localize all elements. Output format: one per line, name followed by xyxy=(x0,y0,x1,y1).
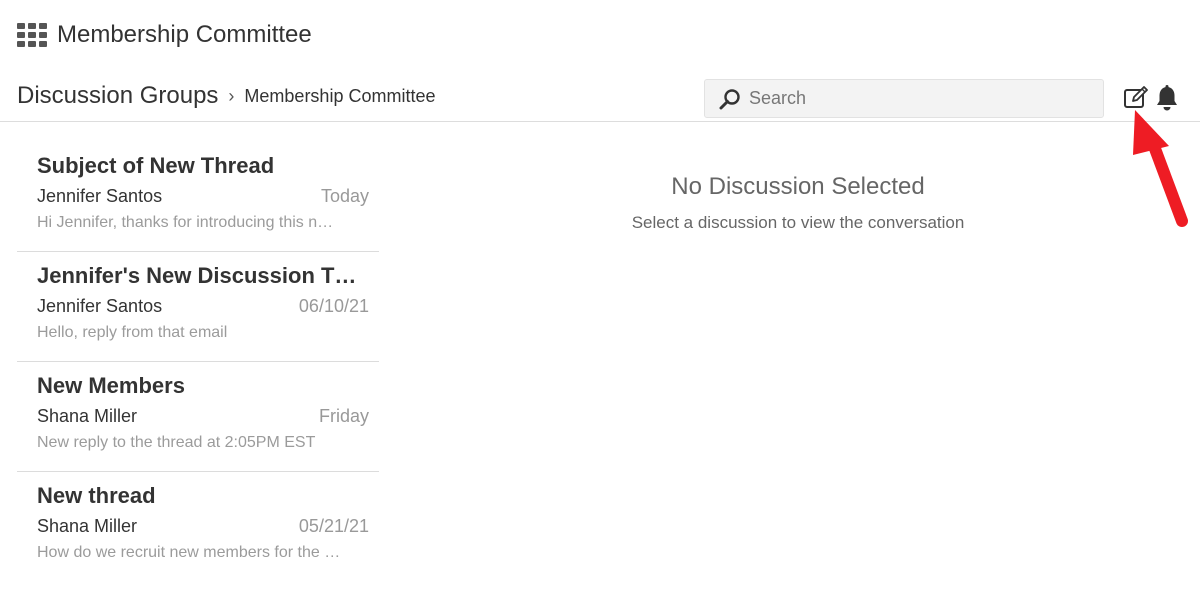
app-header: Membership Committee xyxy=(17,18,312,52)
thread-item[interactable]: Subject of New Thread Jennifer Santos To… xyxy=(17,142,379,252)
breadcrumb-root-link[interactable]: Discussion Groups xyxy=(17,82,218,110)
thread-subject: Jennifer's New Discussion T… xyxy=(37,263,357,288)
thread-preview: How do we recruit new members for the … xyxy=(37,544,341,561)
thread-author: Shana Miller xyxy=(37,516,138,536)
empty-state-title: No Discussion Selected xyxy=(671,173,925,200)
thread-subject: New Members xyxy=(37,373,185,398)
thread-author: Jennifer Santos xyxy=(37,296,163,316)
breadcrumb: Discussion Groups › Membership Committee xyxy=(17,80,435,112)
thread-list: Subject of New Thread Jennifer Santos To… xyxy=(17,142,379,582)
thread-preview: Hello, reply from that email xyxy=(37,324,228,341)
search-input[interactable] xyxy=(749,88,1079,109)
thread-date: 05/21/21 xyxy=(298,516,369,536)
empty-state-subtitle: Select a discussion to view the conversa… xyxy=(631,213,965,232)
compose-icon[interactable] xyxy=(1122,84,1150,112)
thread-subject: Subject of New Thread xyxy=(37,153,275,178)
thread-date: 06/10/21 xyxy=(298,296,369,316)
bell-icon[interactable] xyxy=(1154,84,1180,112)
thread-preview: New reply to the thread at 2:05PM EST xyxy=(37,434,316,451)
thread-subject: New thread xyxy=(37,483,156,508)
thread-preview: Hi Jennifer, thanks for introducing this… xyxy=(37,214,334,231)
search-icon xyxy=(719,88,740,109)
thread-item[interactable]: New Members Shana Miller Friday New repl… xyxy=(17,362,379,472)
empty-state: No Discussion Selected Select a discussi… xyxy=(500,172,1096,234)
breadcrumb-separator: › xyxy=(228,85,235,106)
thread-item[interactable]: New thread Shana Miller 05/21/21 How do … xyxy=(17,472,379,582)
app-title: Membership Committee xyxy=(57,21,312,48)
thread-date: Friday xyxy=(318,406,369,426)
breadcrumb-current: Membership Committee xyxy=(244,85,436,106)
header-divider xyxy=(0,121,1200,122)
search-box[interactable] xyxy=(704,79,1104,118)
apps-grid-icon[interactable] xyxy=(17,23,47,47)
thread-author: Shana Miller xyxy=(37,406,138,426)
thread-author: Jennifer Santos xyxy=(37,186,163,206)
annotation-arrow-icon xyxy=(1133,110,1188,227)
thread-item[interactable]: Jennifer's New Discussion T… Jennifer Sa… xyxy=(17,252,379,362)
thread-date: Today xyxy=(320,186,369,206)
